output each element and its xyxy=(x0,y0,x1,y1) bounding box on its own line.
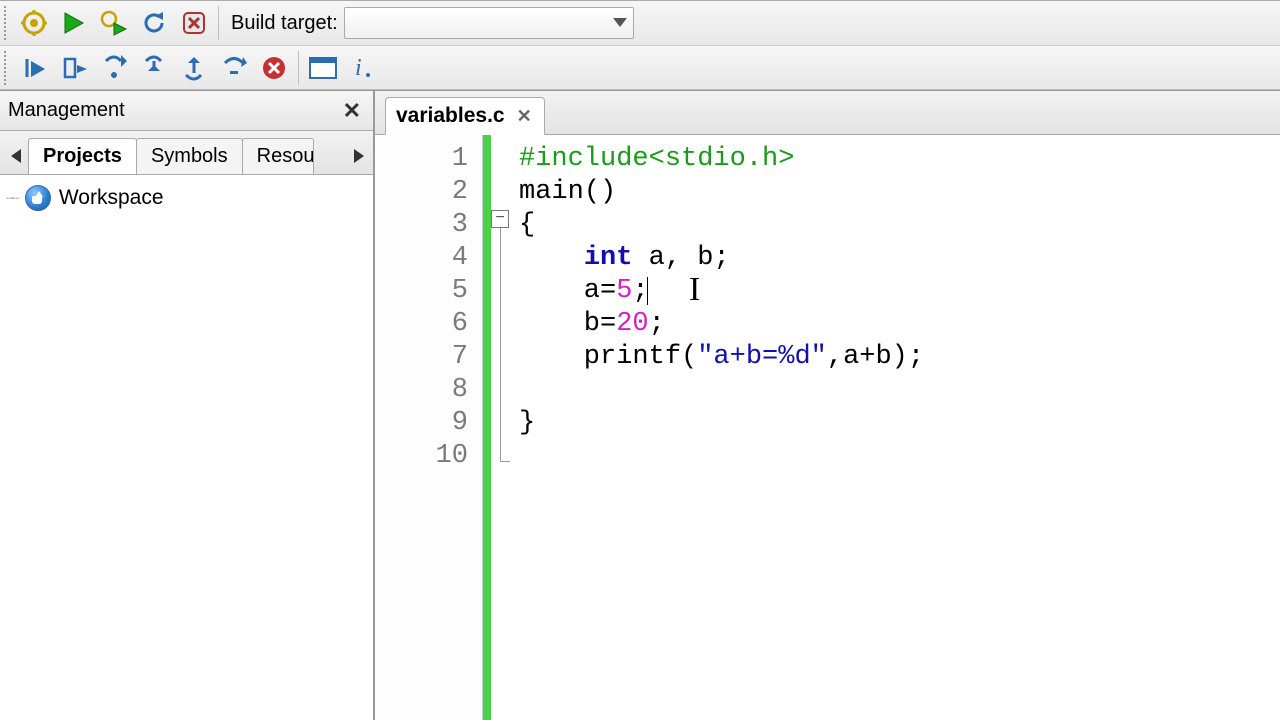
line-number: 3 xyxy=(375,209,468,242)
line-number: 9 xyxy=(375,407,468,440)
tab-projects[interactable]: Projects xyxy=(28,138,137,174)
code-line[interactable]: { xyxy=(519,209,1280,242)
step-out-button[interactable] xyxy=(176,50,212,86)
line-number: 10 xyxy=(375,440,468,473)
project-tree[interactable]: ┈┈ Workspace xyxy=(0,175,373,720)
tab-close-icon[interactable]: ✕ xyxy=(515,106,534,127)
code-line[interactable]: int a, b; xyxy=(519,242,1280,275)
sidebar-tabstrip: Projects Symbols Resources xyxy=(0,131,373,175)
editor-tabstrip: variables.c ✕ xyxy=(375,91,1280,135)
debugging-windows-button[interactable] xyxy=(305,50,341,86)
line-number: 2 xyxy=(375,176,468,209)
home-icon xyxy=(25,185,51,211)
run-to-cursor-button[interactable] xyxy=(56,50,92,86)
code-editor[interactable]: 12345678910 − #include<stdio.h>main(){ i… xyxy=(375,135,1280,720)
next-instruction-button[interactable] xyxy=(216,50,252,86)
code-line[interactable]: b=20; xyxy=(519,308,1280,341)
toolbar-grip[interactable] xyxy=(4,51,10,85)
line-number: 4 xyxy=(375,242,468,275)
change-indicator-bar xyxy=(483,135,491,720)
code-line[interactable]: main() xyxy=(519,176,1280,209)
fold-guideline xyxy=(500,228,501,461)
code-line[interactable]: #include<stdio.h> xyxy=(519,143,1280,176)
line-number-gutter: 12345678910 xyxy=(375,135,483,720)
tabstrip-scroll-right[interactable] xyxy=(347,138,371,174)
toolbar-grip[interactable] xyxy=(4,6,10,40)
workspace-label: Workspace xyxy=(59,186,164,210)
code-line[interactable]: } xyxy=(519,407,1280,440)
line-number: 5 xyxy=(375,275,468,308)
stop-debugger-button[interactable] xyxy=(256,50,292,86)
line-number: 7 xyxy=(375,341,468,374)
tab-symbols[interactable]: Symbols xyxy=(136,138,243,174)
text-caret xyxy=(647,277,648,305)
code-content[interactable]: #include<stdio.h>main(){ int a, b; a=5; … xyxy=(513,135,1280,720)
panel-close-icon[interactable]: ✕ xyxy=(339,98,365,124)
next-line-button[interactable] xyxy=(96,50,132,86)
tab-resources[interactable]: Resources xyxy=(242,138,314,174)
editor-tab-label: variables.c xyxy=(396,104,505,128)
management-panel: Management ✕ Projects Symbols Resources … xyxy=(0,91,375,720)
build-and-run-button[interactable] xyxy=(96,5,132,41)
build-target-label: Build target: xyxy=(225,12,340,35)
panel-title-label: Management xyxy=(8,99,125,122)
editor-tab-variables-c[interactable]: variables.c ✕ xyxy=(385,97,545,135)
tabstrip-scroll-left[interactable] xyxy=(4,138,28,174)
debug-toolbar: i xyxy=(0,46,1280,90)
main-area: Management ✕ Projects Symbols Resources … xyxy=(0,90,1280,720)
fold-column: − xyxy=(491,135,513,720)
line-number: 1 xyxy=(375,143,468,176)
fold-toggle-icon[interactable]: − xyxy=(491,210,509,228)
svg-text:i: i xyxy=(355,55,362,81)
step-into-button[interactable] xyxy=(136,50,172,86)
code-line[interactable]: a=5; xyxy=(519,275,1280,308)
chevron-down-icon xyxy=(613,18,627,28)
chevron-right-icon xyxy=(354,149,364,163)
rebuild-button[interactable] xyxy=(136,5,172,41)
toolbar-separator xyxy=(298,51,299,85)
fold-guideline-end xyxy=(500,461,510,462)
tree-connector-icon: ┈┈ xyxy=(6,190,17,207)
line-number: 8 xyxy=(375,374,468,407)
info-button[interactable]: i xyxy=(345,50,381,86)
editor-area: variables.c ✕ 12345678910 − #include<std… xyxy=(375,91,1280,720)
debug-start-button[interactable] xyxy=(16,50,52,86)
main-toolbar: Build target: xyxy=(0,0,1280,46)
chevron-left-icon xyxy=(11,149,21,163)
run-button[interactable] xyxy=(56,5,92,41)
workspace-node[interactable]: ┈┈ Workspace xyxy=(6,183,367,213)
code-line[interactable] xyxy=(519,374,1280,407)
line-number: 6 xyxy=(375,308,468,341)
code-line[interactable] xyxy=(519,440,1280,473)
toolbar-separator xyxy=(218,6,219,40)
build-button[interactable] xyxy=(16,5,52,41)
build-target-dropdown[interactable] xyxy=(344,7,634,39)
abort-button[interactable] xyxy=(176,5,212,41)
code-line[interactable]: printf("a+b=%d",a+b); xyxy=(519,341,1280,374)
panel-titlebar[interactable]: Management ✕ xyxy=(0,91,373,131)
